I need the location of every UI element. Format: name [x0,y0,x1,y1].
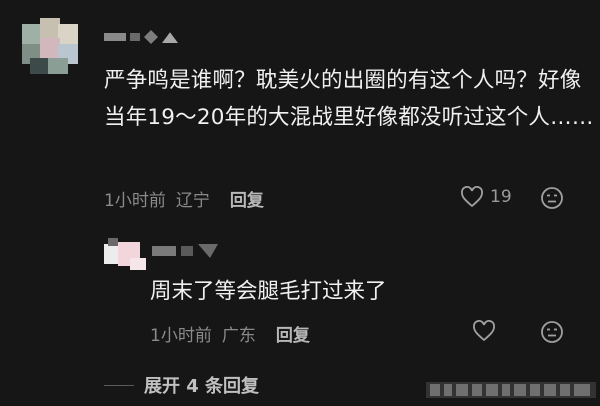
expand-replies-button[interactable]: 展开 4 条回复 [104,372,259,398]
reply-time: 1小时前 [150,326,212,346]
comment-meta: 1小时前 辽宁 回复 [104,186,264,211]
avatar[interactable] [22,18,78,74]
divider [104,384,134,386]
like-count: 19 [490,187,512,207]
like-button[interactable] [472,320,496,342]
username[interactable] [152,244,218,258]
reply-meta: 1小时前 广东 回复 [150,321,310,346]
reply-location: 广东 [221,326,256,346]
dislike-button[interactable] [540,320,564,344]
dislike-face-icon[interactable] [540,186,564,210]
heart-icon[interactable] [460,186,484,208]
comment-location: 辽宁 [175,191,210,211]
like-button[interactable]: 19 [460,186,512,208]
reply-button[interactable]: 回复 [230,186,264,211]
comment-text: 严争鸣是谁啊？耽美火的出圈的有这个人吗？好像当年19～20年的大混战里好像都没听… [104,68,594,130]
heart-icon[interactable] [472,320,496,342]
watermark [426,376,596,402]
avatar[interactable] [100,238,148,272]
reply-button[interactable]: 回复 [276,321,310,346]
username[interactable] [104,30,178,44]
dislike-button[interactable] [540,186,564,210]
expand-replies-label: 展开 4 条回复 [144,376,260,397]
dislike-face-icon[interactable] [540,320,564,344]
reply-text: 周末了等会腿毛打过来了 [150,279,387,304]
comment-time: 1小时前 [104,191,166,211]
